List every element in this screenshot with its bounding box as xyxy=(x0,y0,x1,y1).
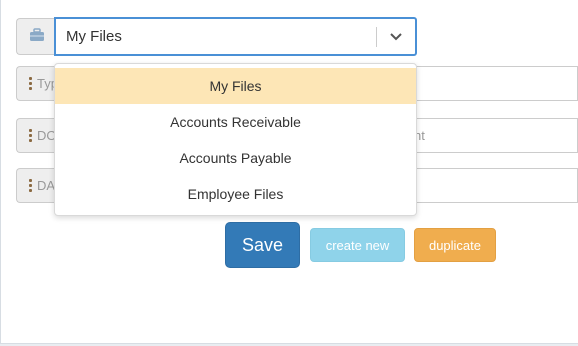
folder-select-value[interactable]: My Files xyxy=(56,28,376,45)
duplicate-button[interactable]: duplicate xyxy=(414,228,496,262)
doc-field-addon: DO xyxy=(16,118,58,153)
briefcase-icon xyxy=(29,28,45,45)
folder-option[interactable]: Accounts Payable xyxy=(55,140,416,176)
date-field-addon: DA xyxy=(16,168,58,203)
folder-select[interactable]: My Files xyxy=(54,17,417,56)
type-field-addon: Typ xyxy=(16,66,58,101)
save-button[interactable]: Save xyxy=(225,222,300,268)
create-new-button[interactable]: create new xyxy=(310,228,405,262)
folder-option[interactable]: Accounts Receivable xyxy=(55,104,416,140)
folder-dropdown-menu: My Files Accounts Receivable Accounts Pa… xyxy=(54,63,417,216)
folder-addon xyxy=(16,18,56,55)
grip-icon xyxy=(29,77,32,90)
date-field-label: DA xyxy=(37,178,56,193)
folder-option[interactable]: Employee Files xyxy=(55,176,416,212)
grip-icon xyxy=(29,179,32,192)
grip-icon xyxy=(29,129,32,142)
chevron-down-icon[interactable] xyxy=(377,32,415,42)
folder-option[interactable]: My Files xyxy=(55,68,416,104)
